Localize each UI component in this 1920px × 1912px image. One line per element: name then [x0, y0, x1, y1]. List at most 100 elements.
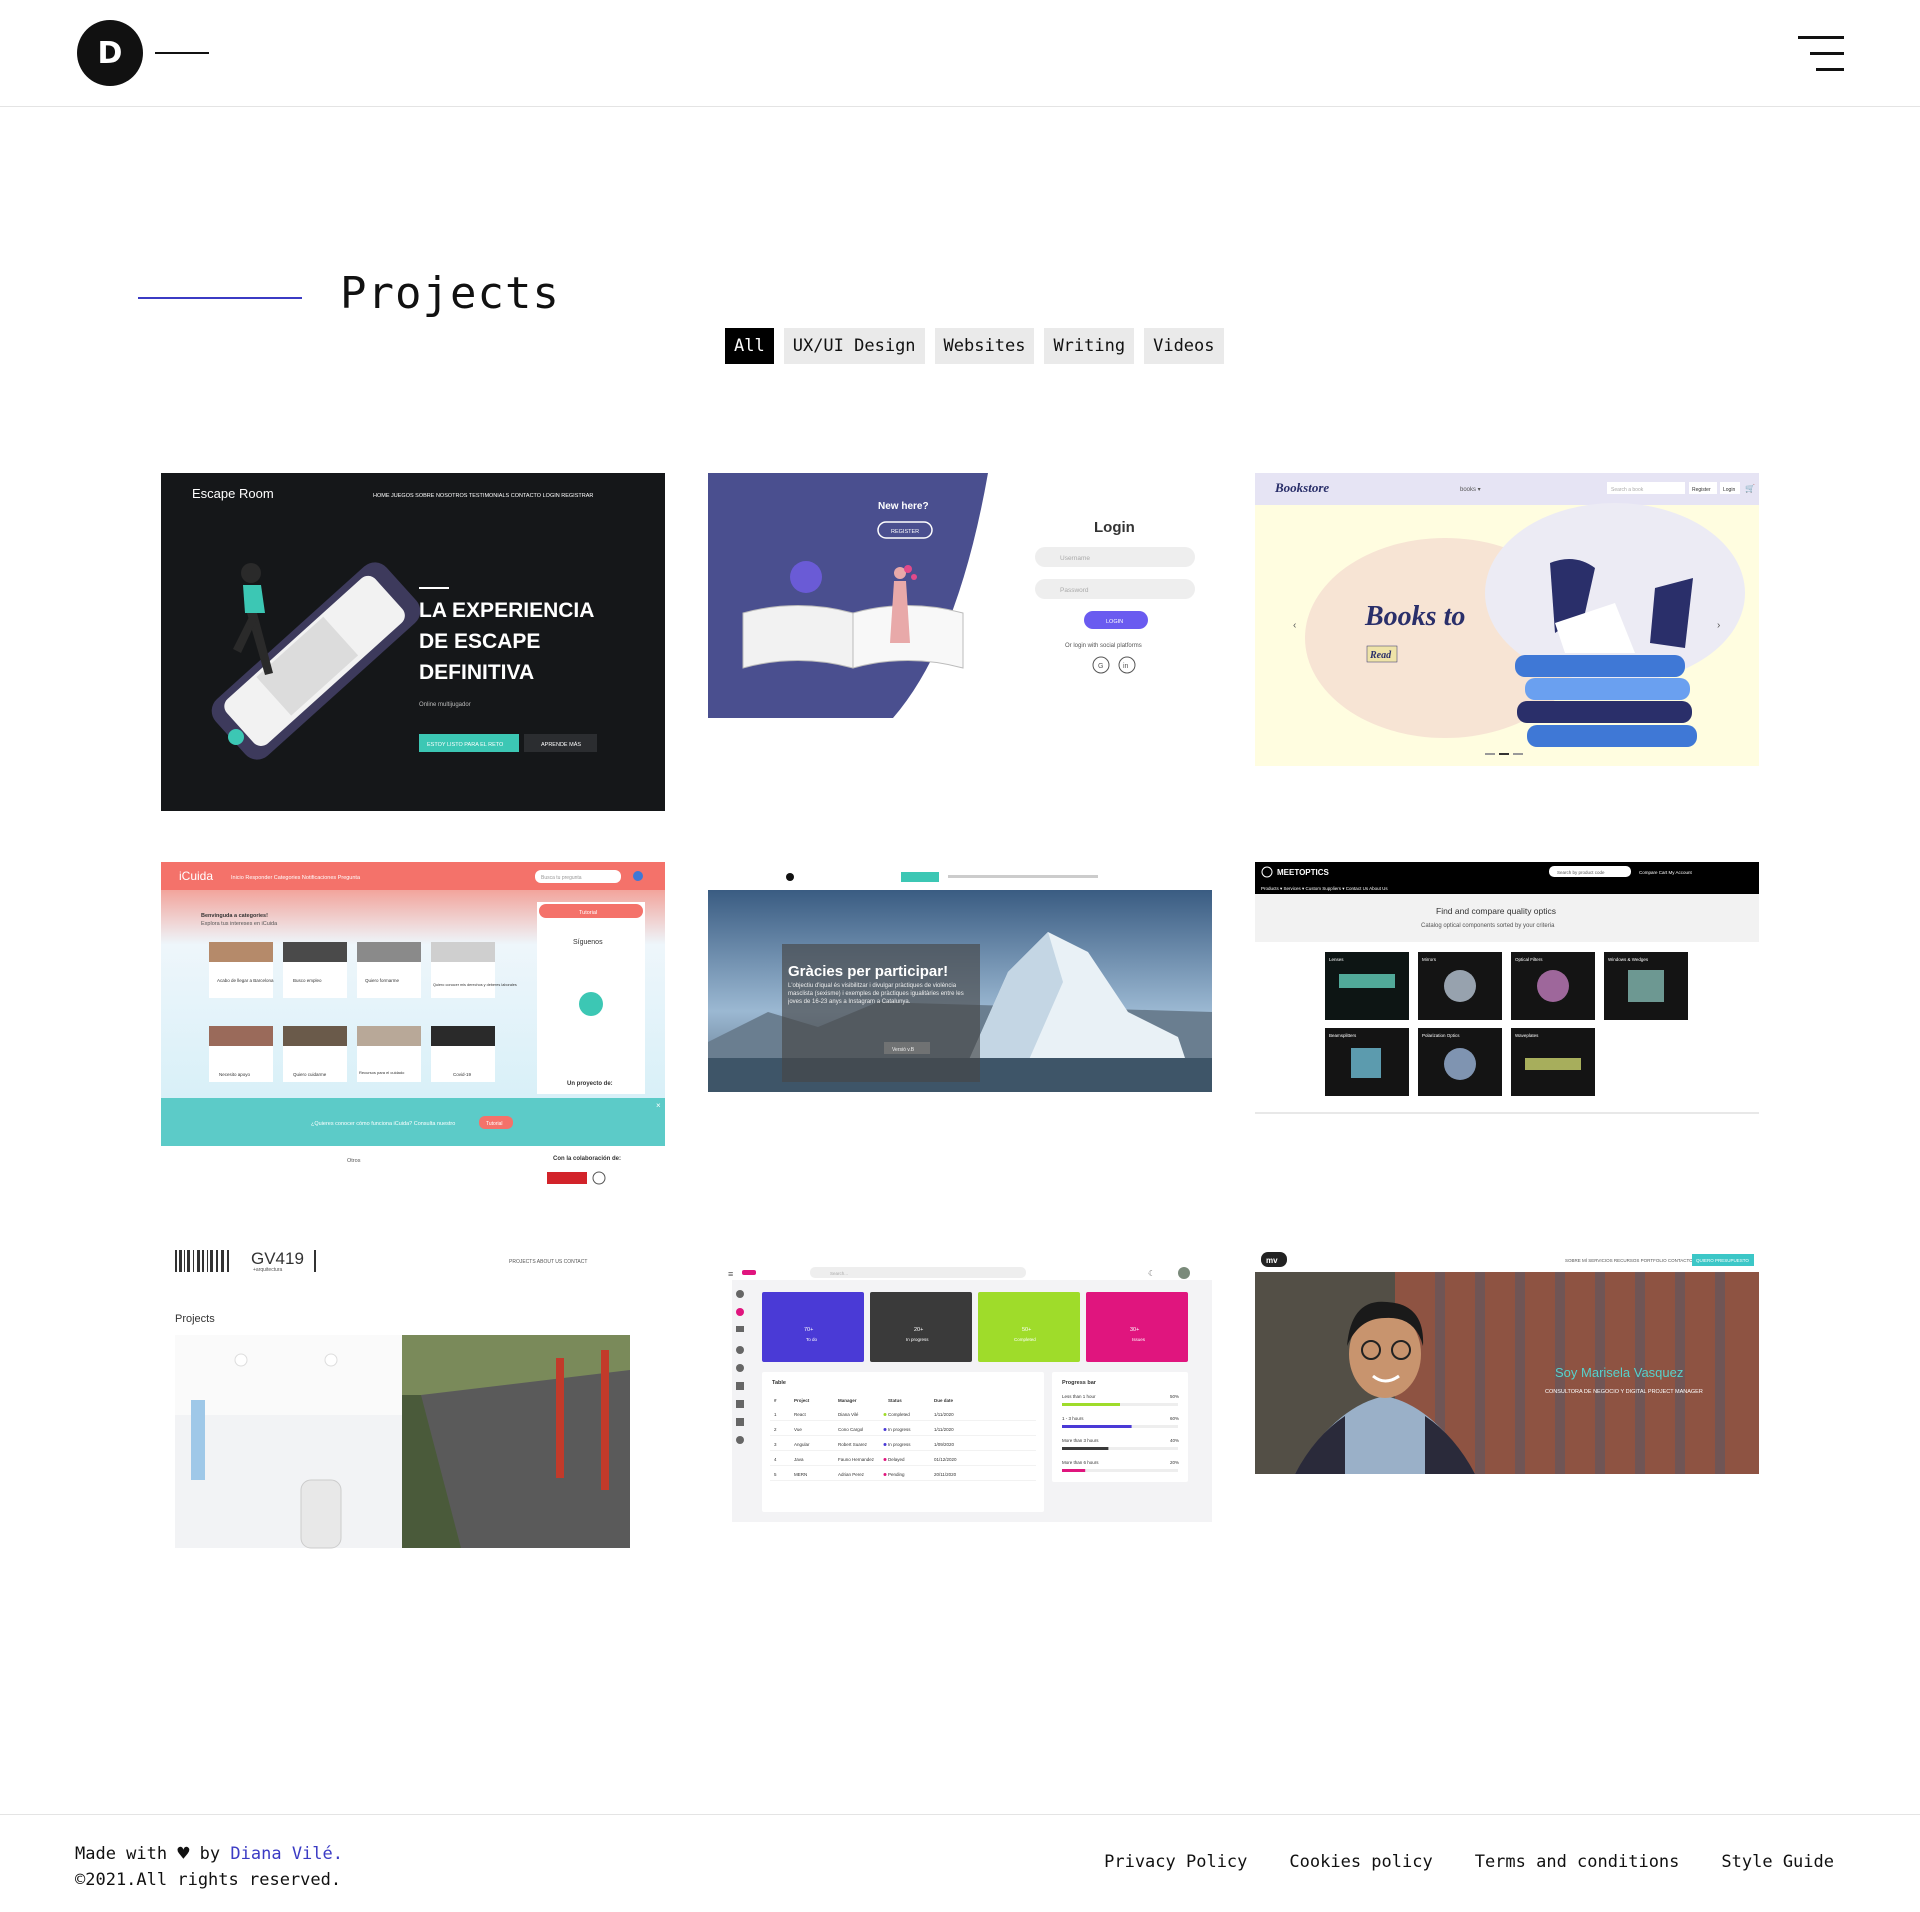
login-register: REGISTER — [891, 529, 919, 535]
site-header: D — [0, 0, 1920, 107]
gv419-logo-sub: +arquitectura — [253, 1267, 283, 1273]
table-cell: In progress — [888, 1442, 911, 1447]
progress-fill — [1062, 1403, 1120, 1406]
carousel-next-icon[interactable]: › — [1717, 620, 1720, 631]
gracies-title: Gràcies per participar! — [788, 963, 948, 980]
project-card-dashboard[interactable]: ≡ Search... ☾ 70+ To do 20+ In progress … — [708, 1246, 1212, 1522]
progress-fill — [1062, 1469, 1086, 1472]
meetoptics-brand: MEETOPTICS — [1277, 868, 1330, 877]
gv419-logo: GV419 — [251, 1249, 304, 1268]
project-card-gracies[interactable]: Gràcies per participar! L'objectiu d'iqu… — [708, 862, 1212, 1092]
project-card-escape-room[interactable]: Escape Room HOME JUEGOS SOBRE NOSOTROS T… — [161, 473, 665, 811]
terms-link[interactable]: Terms and conditions — [1475, 1852, 1680, 1872]
table-cell: Pending — [888, 1472, 905, 1477]
project-card-login[interactable]: New here? REGISTER Login Username Passwo… — [708, 473, 1212, 718]
meetoptics-search: Search by product code — [1557, 870, 1605, 875]
bookstore-brand: Bookstore — [1274, 480, 1329, 495]
escape-nav: HOME JUEGOS SOBRE NOSOTROS TESTIMONIALS … — [373, 493, 593, 499]
close-icon[interactable]: × — [656, 1101, 661, 1110]
stat-todo-label: To do — [806, 1337, 818, 1342]
escape-headline-2: DE ESCAPE — [419, 630, 540, 653]
table-cell: Delayed — [888, 1457, 905, 1462]
cookies-policy-link[interactable]: Cookies policy — [1289, 1852, 1432, 1872]
stat-issues-label: Issues — [1132, 1337, 1146, 1342]
table-cell: React — [794, 1412, 807, 1417]
progress-label: More than 6 hours — [1062, 1460, 1099, 1465]
table-cell: MERN — [794, 1472, 807, 1477]
escape-cta-2: APRENDE MÁS — [541, 741, 581, 748]
svg-text:Quiero cuidarme: Quiero cuidarme — [293, 1072, 327, 1077]
hamburger-menu-icon[interactable] — [1798, 36, 1844, 72]
by-text: by — [199, 1844, 221, 1864]
icuida-nav: Inicio Responder Categories Notificacion… — [231, 875, 361, 881]
bookstore-headline: Books to — [1364, 601, 1465, 632]
meetoptics-headline: Find and compare quality optics — [1436, 906, 1556, 916]
table-cell: Cono Cargol — [838, 1427, 863, 1432]
progress-percent: 60% — [1170, 1416, 1179, 1421]
icuida-project: Un proyecto de: — [567, 1081, 613, 1087]
bookstore-login: Login — [1723, 487, 1735, 493]
project-card-bookstore[interactable]: Bookstore books ▾ Search a book Register… — [1255, 473, 1759, 766]
dashboard-menu-icon[interactable]: ≡ — [728, 1269, 733, 1279]
logo[interactable]: D — [77, 20, 143, 86]
login-password: Password — [1060, 587, 1089, 594]
dashboard-table-title: Table — [772, 1380, 786, 1386]
filter-all[interactable]: All — [725, 328, 774, 364]
carousel-prev-icon[interactable]: ‹ — [1293, 620, 1296, 631]
filter-websites[interactable]: Websites — [934, 328, 1035, 364]
progress-percent: 40% — [1170, 1438, 1179, 1443]
marisela-name: Soy Marisela Vasquez — [1555, 1365, 1683, 1380]
dashboard-search: Search... — [830, 1271, 848, 1276]
login-google-icon: G — [1098, 663, 1103, 670]
marisela-logo: mv — [1266, 1256, 1278, 1265]
login-button: LOGIN — [1106, 619, 1123, 625]
svg-text:Necesito apoyo: Necesito apoyo — [219, 1072, 251, 1077]
marisela-role: CONSULTORA DE NEGOCIO Y DIGITAL PROJECT … — [1545, 1389, 1703, 1395]
moon-icon[interactable]: ☾ — [1148, 1269, 1155, 1278]
privacy-policy-link[interactable]: Privacy Policy — [1104, 1852, 1247, 1872]
project-card-icuida[interactable]: iCuida Inicio Responder Categories Notif… — [161, 862, 665, 1190]
menu-line — [1798, 36, 1844, 39]
svg-text:Windows & Wedges: Windows & Wedges — [1608, 957, 1649, 962]
table-cell: 1/11/2020 — [934, 1412, 954, 1417]
svg-text:Waveplates: Waveplates — [1515, 1033, 1539, 1038]
stat-todo-value: 70+ — [804, 1327, 813, 1333]
project-card-marisela[interactable]: mv SOBRE MÍ SERVICIOS RECURSOS PORTFOLIO… — [1255, 1246, 1759, 1474]
table-cell: Java — [794, 1457, 804, 1462]
bookstore-search: Search a book — [1611, 487, 1644, 493]
svg-text:Polarization Optics: Polarization Optics — [1422, 1033, 1460, 1038]
style-guide-link[interactable]: Style Guide — [1721, 1852, 1834, 1872]
table-cell: Vue — [794, 1427, 802, 1432]
project-card-gv419[interactable]: GV419 +arquitectura PROJECTS ABOUT US CO… — [161, 1240, 665, 1550]
filter-writing[interactable]: Writing — [1044, 328, 1135, 364]
table-header-cell: Status — [888, 1398, 902, 1403]
stat-inprogress-label: In progress — [906, 1337, 929, 1342]
svg-text:Covid-19: Covid-19 — [453, 1072, 472, 1077]
filter-uxui-design[interactable]: UX/UI Design — [783, 328, 925, 364]
table-cell: 20/11/2020 — [934, 1472, 957, 1477]
table-cell: 1/11/2020 — [934, 1427, 954, 1432]
icuida-banner-button: Tutorial — [486, 1121, 503, 1127]
icuida-siguenos: Síguenos — [573, 939, 603, 946]
login-new-here: New here? — [878, 501, 929, 512]
author-link[interactable]: Diana Vilé. — [230, 1844, 343, 1864]
gv419-nav: PROJECTS ABOUT US CONTACT — [509, 1259, 587, 1265]
svg-text:Recursos para el cuidado: Recursos para el cuidado — [359, 1070, 405, 1075]
stat-issues-value: 30+ — [1130, 1327, 1139, 1333]
icuida-explore: Explora tus intereses en iCuida — [201, 921, 278, 927]
logo-divider — [155, 52, 209, 54]
filter-videos[interactable]: Videos — [1144, 328, 1224, 364]
bookstore-register: Register — [1692, 487, 1711, 493]
login-linkedin-icon: in — [1123, 663, 1129, 670]
gracies-body: L'objectiu d'iqual és visibilitzar i div… — [788, 983, 964, 1005]
menu-line — [1816, 68, 1844, 71]
dashboard-progress-title: Progress bar — [1062, 1380, 1097, 1386]
svg-text:Lenses: Lenses — [1329, 957, 1344, 962]
made-with-text: Made with — [75, 1844, 168, 1864]
stat-inprogress-value: 20+ — [914, 1327, 923, 1333]
table-cell: Diana Vilé — [838, 1412, 859, 1417]
stat-completed-value: 50+ — [1022, 1327, 1031, 1333]
project-card-meetoptics[interactable]: MEETOPTICS Search by product code Compar… — [1255, 862, 1759, 1114]
escape-brand: Escape Room — [192, 486, 274, 501]
icuida-collab: Con la colaboración de: — [553, 1156, 621, 1162]
